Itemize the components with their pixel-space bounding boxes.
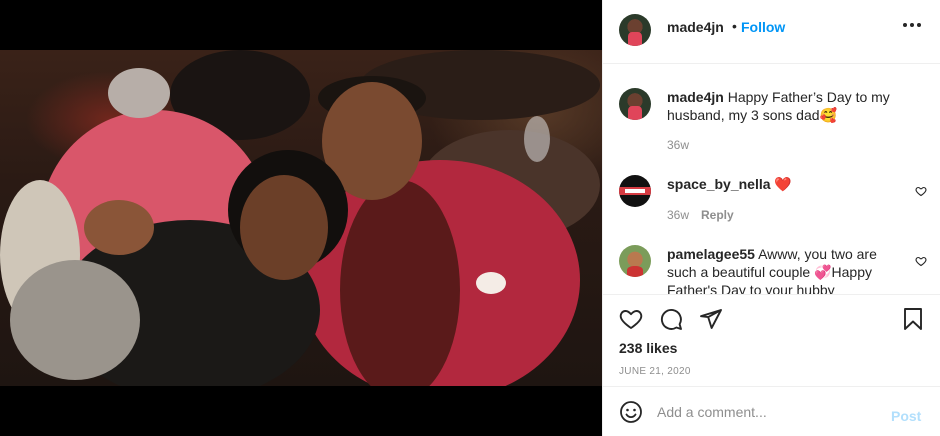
- caption-time[interactable]: 36w: [667, 138, 689, 152]
- emoji-smiley-icon[interactable]: [619, 400, 643, 424]
- instagram-post: made4jn • Follow made4jn Happy Father’s …: [0, 0, 940, 436]
- post-actions: 238 likes JUNE 21, 2020: [603, 294, 940, 386]
- separator-dot: •: [732, 18, 737, 34]
- photo-pocket-square: [476, 272, 506, 294]
- comment-body: ❤️: [774, 176, 792, 192]
- add-comment-bar: Post: [603, 386, 940, 436]
- like-heart-icon[interactable]: [619, 307, 643, 331]
- comment-bubble-icon[interactable]: [659, 307, 683, 331]
- caption-meta: 36w: [667, 138, 689, 152]
- avatar[interactable]: [619, 245, 651, 277]
- photo-woman-face: [240, 175, 328, 280]
- photo-glass: [524, 116, 550, 162]
- photo-hand: [84, 200, 154, 255]
- like-comment-heart-icon[interactable]: [915, 255, 927, 267]
- avatar[interactable]: [619, 88, 651, 120]
- caption-text: made4jn Happy Father’s Day to my husband…: [667, 88, 907, 124]
- comment-text: space_by_nella ❤️: [667, 175, 907, 193]
- more-options-icon[interactable]: [903, 22, 921, 28]
- list-item: pamelagee55 Awww, you two are such a bea…: [619, 245, 929, 294]
- photo-shirt: [340, 180, 460, 386]
- comment-time[interactable]: 36w: [667, 208, 689, 222]
- caption: made4jn Happy Father’s Day to my husband…: [619, 88, 929, 158]
- post-header: made4jn • Follow: [603, 0, 940, 64]
- comment-input[interactable]: [657, 401, 877, 423]
- comment-meta: 36w Reply: [667, 208, 734, 222]
- photo-hat: [108, 68, 170, 118]
- post-button[interactable]: Post: [891, 408, 921, 424]
- post-date[interactable]: JUNE 21, 2020: [619, 366, 691, 377]
- comments-list[interactable]: made4jn Happy Father’s Day to my husband…: [603, 64, 940, 294]
- follow-button[interactable]: Follow: [741, 19, 785, 35]
- header-username[interactable]: made4jn: [667, 19, 724, 35]
- likes-count[interactable]: 238 likes: [619, 340, 677, 356]
- caption-username[interactable]: made4jn: [667, 89, 724, 105]
- comment-text: pamelagee55 Awww, you two are such a bea…: [667, 245, 907, 294]
- post-side-panel: made4jn • Follow made4jn Happy Father’s …: [602, 0, 940, 436]
- reply-button[interactable]: Reply: [701, 208, 734, 222]
- photo-scarf: [10, 260, 140, 380]
- post-photo[interactable]: [0, 50, 602, 386]
- avatar[interactable]: [619, 14, 651, 46]
- post-media[interactable]: [0, 0, 602, 436]
- save-bookmark-icon[interactable]: [901, 307, 925, 331]
- avatar[interactable]: [619, 175, 651, 207]
- like-comment-heart-icon[interactable]: [915, 185, 927, 197]
- share-send-icon[interactable]: [699, 307, 723, 331]
- comment-username[interactable]: pamelagee55: [667, 246, 755, 262]
- comment-username[interactable]: space_by_nella: [667, 176, 771, 192]
- list-item: space_by_nella ❤️ 36w Reply: [619, 175, 929, 225]
